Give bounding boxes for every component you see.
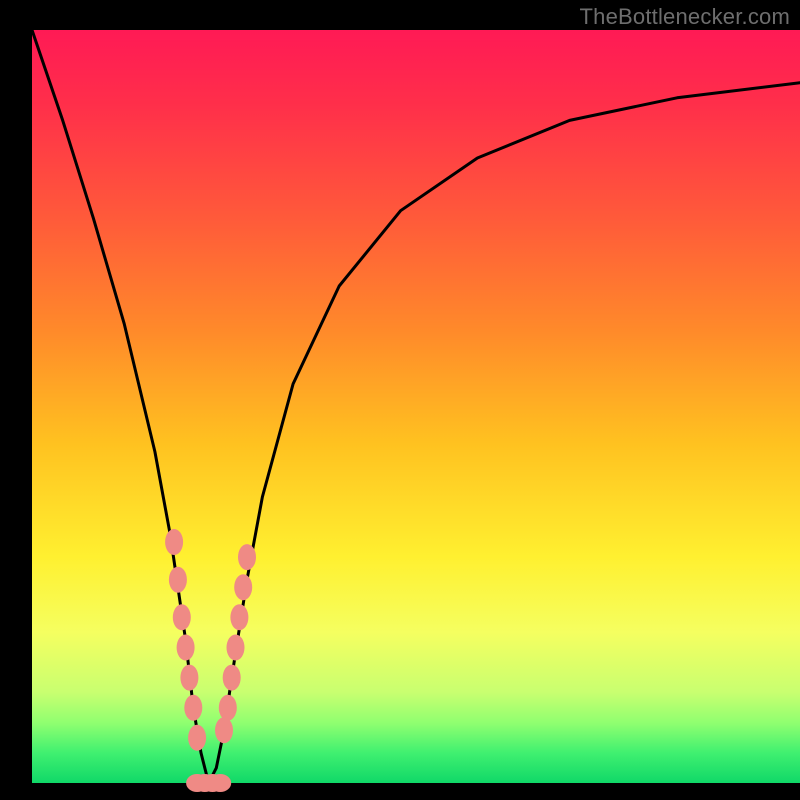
watermark-text: TheBottlenecker.com [580, 4, 790, 30]
marker-right [238, 544, 256, 570]
marker-left [169, 567, 187, 593]
bottleneck-chart [0, 0, 800, 800]
marker-left [165, 529, 183, 555]
marker-left [184, 695, 202, 721]
marker-left [177, 635, 195, 661]
marker-left [188, 725, 206, 751]
marker-right [230, 604, 248, 630]
marker-right [219, 695, 237, 721]
marker-bottom [209, 774, 231, 792]
marker-right [215, 717, 233, 743]
chart-container: TheBottlenecker.com [0, 0, 800, 800]
marker-right [227, 635, 245, 661]
plot-background [32, 30, 800, 783]
marker-right [234, 574, 252, 600]
marker-left [180, 665, 198, 691]
marker-left [173, 604, 191, 630]
marker-right [223, 665, 241, 691]
